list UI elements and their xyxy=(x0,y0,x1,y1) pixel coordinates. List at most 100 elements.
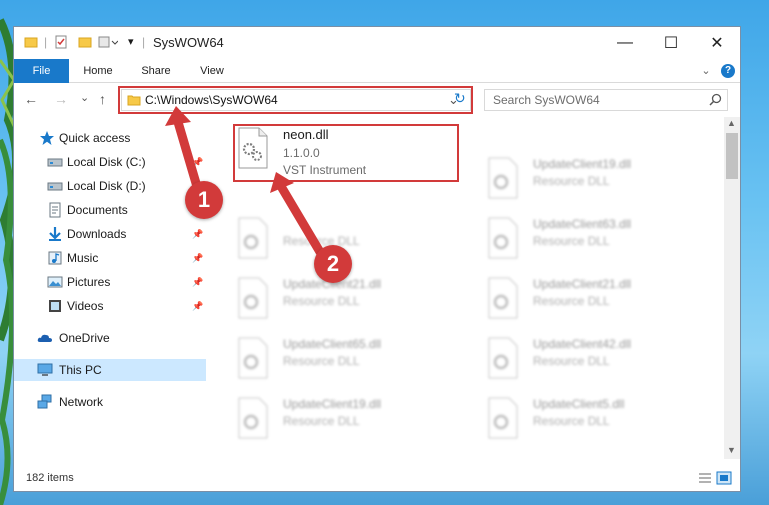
pin-icon: 📌 xyxy=(192,252,204,263)
drive-icon xyxy=(47,182,63,191)
dll-file-icon xyxy=(488,157,518,199)
close-button[interactable]: ✕ xyxy=(694,27,740,59)
pin-icon: 📌 xyxy=(192,228,204,239)
sidebar-item-pictures[interactable]: Pictures 📌 xyxy=(14,271,206,293)
pin-icon: 📌 xyxy=(192,300,204,311)
sidebar-item-network[interactable]: Network xyxy=(14,391,206,413)
navigation-pane: Quick access Local Disk (C:) 📌 Local Dis… xyxy=(14,117,206,461)
ribbon-collapse-icon[interactable]: ⌄ xyxy=(698,59,714,83)
forward-arrow-icon[interactable]: → xyxy=(54,91,68,107)
search-input[interactable]: Search SysWOW64 xyxy=(493,93,600,107)
file-name: UpdateClient21.dll xyxy=(533,277,632,291)
dll-file-icon xyxy=(488,217,518,259)
scroll-thumb[interactable] xyxy=(726,133,738,179)
file-item[interactable]: Resource DLL xyxy=(237,215,467,271)
tab-view[interactable]: View xyxy=(190,59,234,83)
dll-file-icon xyxy=(238,217,268,259)
file-type: Resource DLL xyxy=(283,234,360,248)
sidebar-item-downloads[interactable]: Downloads 📌 xyxy=(14,223,206,245)
file-name: UpdateClient65.dll xyxy=(283,337,382,351)
file-type: Resource DLL xyxy=(533,294,610,308)
sidebar-item-documents[interactable]: Documents xyxy=(14,199,206,221)
window-title: SysWOW64 xyxy=(153,35,224,50)
sidebar-item-quick-access[interactable]: Quick access xyxy=(14,127,206,149)
new-folder-icon[interactable] xyxy=(78,35,92,51)
minimize-button[interactable]: — xyxy=(602,27,648,59)
sidebar-item-local-disk-c[interactable]: Local Disk (C:) 📌 xyxy=(14,151,206,173)
file-name: UpdateClient5.dll xyxy=(533,397,625,411)
step-callout-1: 1 xyxy=(185,181,223,219)
file-type: Resource DLL xyxy=(283,354,360,368)
file-type: Resource DLL xyxy=(283,294,360,308)
customize-toolbar-icon[interactable]: ▾ xyxy=(128,35,134,51)
tab-home[interactable]: Home xyxy=(76,59,120,83)
folder-icon xyxy=(24,35,38,51)
file-name: UpdateClient19.dll xyxy=(283,397,382,411)
separator: | xyxy=(142,35,146,49)
file-highlight-box xyxy=(233,124,459,182)
downloads-icon xyxy=(49,227,61,241)
back-arrow-icon[interactable]: ← xyxy=(24,91,38,107)
scroll-down-icon[interactable]: ▼ xyxy=(727,445,736,455)
search-icon[interactable] xyxy=(709,93,722,109)
dll-file-icon xyxy=(488,337,518,379)
dll-file-icon xyxy=(488,397,518,439)
up-arrow-icon[interactable]: ↑ xyxy=(99,91,106,107)
file-item[interactable]: UpdateClient5.dll Resource DLL xyxy=(487,395,717,451)
sidebar-item-local-disk-d[interactable]: Local Disk (D:) xyxy=(14,175,206,197)
recent-locations-icon[interactable]: ⌄ xyxy=(80,91,89,104)
properties-icon[interactable] xyxy=(54,35,68,51)
cloud-icon xyxy=(37,334,52,342)
maximize-button[interactable]: ☐ xyxy=(648,27,694,59)
file-type: Resource DLL xyxy=(533,234,610,248)
tab-share[interactable]: Share xyxy=(134,59,178,83)
large-icons-view-icon[interactable] xyxy=(716,471,732,488)
sidebar-item-videos[interactable]: Videos 📌 xyxy=(14,295,206,317)
file-type: Resource DLL xyxy=(283,414,360,428)
music-icon xyxy=(48,251,62,265)
file-name: UpdateClient42.dll xyxy=(533,337,632,351)
file-item[interactable]: UpdateClient19.dll Resource DLL xyxy=(487,155,717,211)
videos-icon xyxy=(49,300,61,312)
explorer-window: | ▾ | SysWOW64 — ☐ ✕ File Home Share Vie… xyxy=(13,26,741,492)
network-icon xyxy=(37,394,52,409)
file-item[interactable]: UpdateClient42.dll Resource DLL xyxy=(487,335,717,391)
pin-icon: 📌 xyxy=(192,276,204,287)
dll-file-icon xyxy=(238,337,268,379)
dll-file-icon xyxy=(238,277,268,319)
vertical-scrollbar[interactable]: ▲ ▼ xyxy=(724,117,740,459)
file-item[interactable]: UpdateClient21.dll Resource DLL xyxy=(237,275,467,331)
file-item[interactable]: UpdateClient63.dll Resource DLL xyxy=(487,215,717,271)
scroll-up-icon[interactable]: ▲ xyxy=(727,118,736,128)
title-bar: | ▾ | SysWOW64 — ☐ ✕ xyxy=(14,27,740,59)
pc-icon xyxy=(37,363,53,376)
dll-file-icon xyxy=(488,277,518,319)
status-bar: 182 items xyxy=(14,467,740,491)
step-callout-2: 2 xyxy=(314,245,352,283)
ribbon: File Home Share View ⌄ ? xyxy=(14,59,740,83)
file-type: Resource DLL xyxy=(533,414,610,428)
pin-icon: 📌 xyxy=(192,156,204,167)
file-item[interactable]: UpdateClient65.dll Resource DLL xyxy=(237,335,467,391)
sidebar-item-onedrive[interactable]: OneDrive xyxy=(14,327,206,349)
file-item[interactable]: UpdateClient19.dll Resource DLL xyxy=(237,395,467,451)
search-box[interactable]: Search SysWOW64 xyxy=(484,89,728,111)
view-options-icon[interactable] xyxy=(98,35,119,51)
sidebar-item-this-pc[interactable]: This PC xyxy=(14,359,206,381)
address-highlight-box xyxy=(118,86,473,114)
dll-file-icon xyxy=(238,397,268,439)
file-type: Resource DLL xyxy=(533,174,610,188)
pictures-icon xyxy=(47,276,63,288)
file-name: UpdateClient19.dll xyxy=(533,157,632,171)
file-item[interactable]: UpdateClient21.dll Resource DLL xyxy=(487,275,717,331)
star-icon xyxy=(40,131,54,145)
sidebar-item-music[interactable]: Music 📌 xyxy=(14,247,206,269)
documents-icon xyxy=(49,202,61,218)
drive-icon xyxy=(47,158,63,167)
tab-file[interactable]: File xyxy=(14,59,69,83)
file-name: UpdateClient63.dll xyxy=(533,217,632,231)
navigation-bar: ← → ⌄ ↑ C:\Windows\SysWOW64 ⌄ ↻ Search S… xyxy=(14,83,740,117)
file-type: Resource DLL xyxy=(533,354,610,368)
details-view-icon[interactable] xyxy=(698,472,712,487)
help-icon[interactable]: ? xyxy=(721,64,735,78)
